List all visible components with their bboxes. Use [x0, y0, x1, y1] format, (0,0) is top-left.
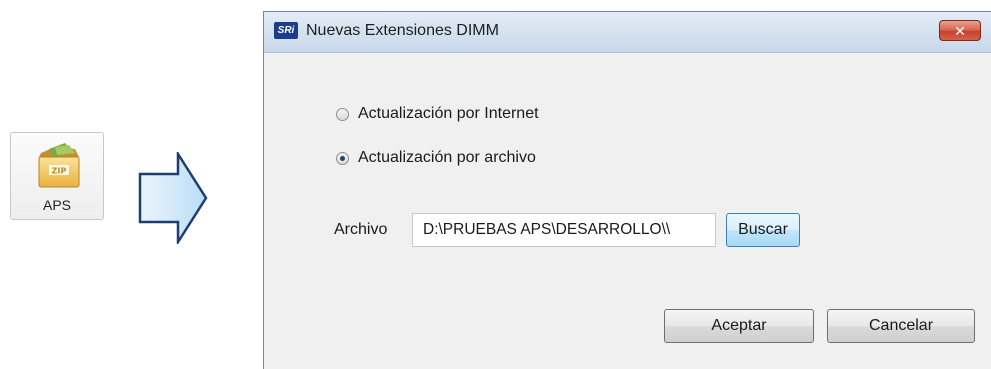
dialog-title: Nuevas Extensiones DIMM	[306, 22, 499, 39]
aps-file-icon[interactable]: ZIP APS	[10, 132, 104, 220]
radio-archivo[interactable]	[336, 151, 349, 165]
title-bar[interactable]: SRi Nuevas Extensiones DIMM ✕	[264, 12, 991, 53]
option-archivo[interactable]: Actualización por archivo	[336, 149, 536, 167]
archivo-label: Archivo	[334, 221, 388, 238]
close-button[interactable]: ✕	[939, 20, 981, 41]
file-label: APS	[42, 197, 71, 213]
cancelar-button[interactable]: Cancelar	[827, 309, 975, 343]
radio-internet[interactable]	[336, 107, 349, 121]
dialog-content: Actualización por Internet Actualización…	[264, 53, 991, 369]
dialog-window: SRi Nuevas Extensiones DIMM ✕ Actualizac…	[263, 11, 991, 369]
app-icon: SRi	[274, 22, 298, 39]
zip-folder-icon: ZIP	[38, 143, 80, 188]
aceptar-button[interactable]: Aceptar	[664, 309, 814, 343]
archivo-path-input[interactable]: D:\PRUEBAS APS\DESARROLLO\\	[412, 213, 716, 247]
buscar-button[interactable]: Buscar	[726, 213, 800, 247]
option-internet-label: Actualización por Internet	[358, 105, 539, 122]
zip-label: ZIP	[52, 167, 67, 176]
option-archivo-label: Actualización por archivo	[358, 149, 536, 166]
right-arrow-icon	[138, 152, 208, 244]
option-internet[interactable]: Actualización por Internet	[336, 105, 539, 123]
